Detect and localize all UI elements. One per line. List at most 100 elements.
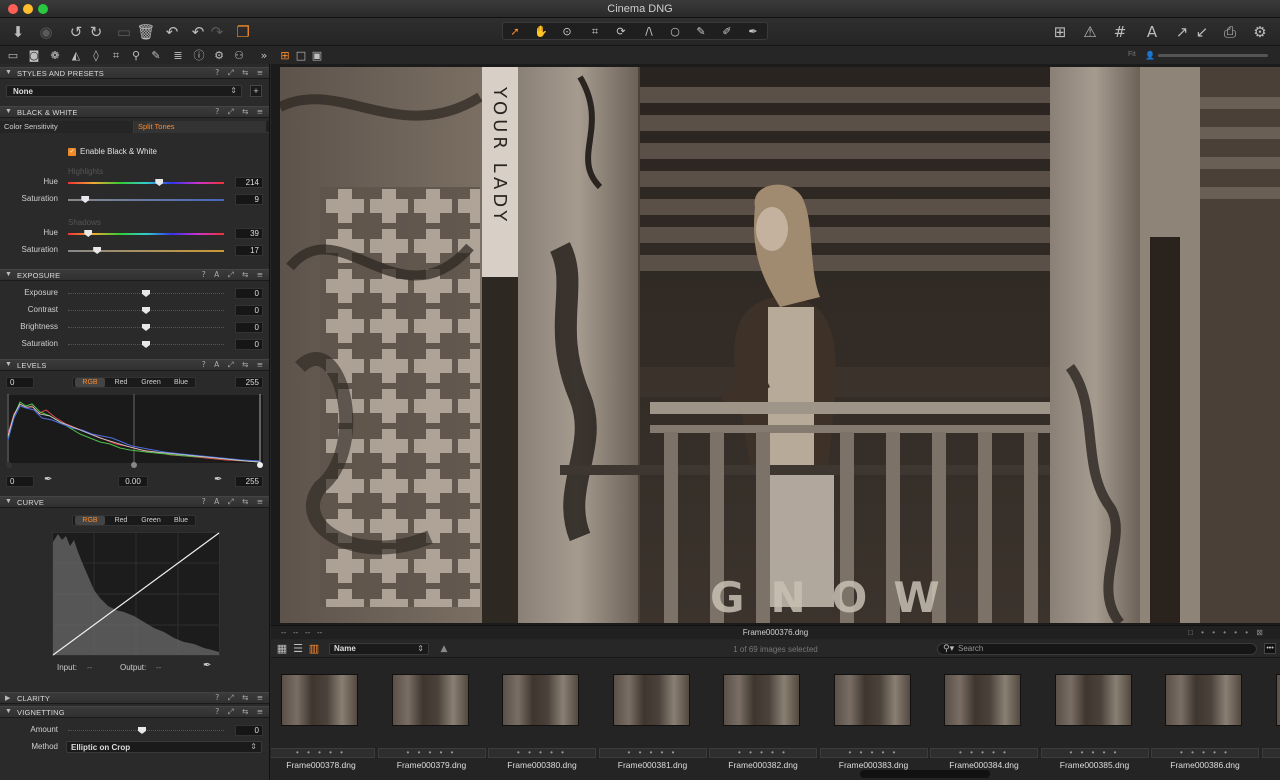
thumbnail[interactable]: • • • • • Frame000380.dng	[488, 661, 596, 770]
exposure-row-slider[interactable]	[68, 324, 224, 332]
styles-presets-header[interactable]: ▼ STYLES AND PRESETS ? ⤢ ⇆ ≡	[0, 67, 269, 79]
grid-icon[interactable]: #	[1110, 22, 1130, 42]
levels-midtone-value[interactable]: 0.00	[118, 476, 148, 487]
levels-low-handle[interactable]	[6, 462, 12, 468]
process-icon[interactable]: ↙	[1192, 22, 1212, 42]
thumbnail-rating[interactable]: • • • • •	[377, 748, 486, 758]
section-controls[interactable]: ? ⤢ ⇆ ≡	[215, 707, 266, 717]
levels-channel-red[interactable]: Red	[107, 379, 135, 386]
details-tab-icon[interactable]: ⚲	[129, 49, 143, 63]
local-adjust-tab-icon[interactable]: ✎	[149, 49, 163, 63]
vignetting-header[interactable]: ▼ VIGNETTING ? ⤢ ⇆ ≡	[0, 706, 269, 718]
pen-icon[interactable]: ✒	[744, 24, 762, 40]
import-icon[interactable]: ⬇	[8, 22, 28, 42]
add-style-button[interactable]: +	[250, 85, 262, 97]
exposure-row-value[interactable]: 0	[235, 339, 263, 350]
exposure-warning-icon[interactable]: ⚠	[1080, 22, 1100, 42]
thumbnail[interactable]: • • • • • Frame000387.dng	[1261, 661, 1280, 769]
levels-channel-rgb[interactable]: RGB	[75, 378, 105, 387]
color-picker-icon[interactable]: ✎	[692, 24, 710, 40]
thumbnail[interactable]: • • • • • Frame000383.dng	[819, 661, 928, 770]
export-icon[interactable]: ↗	[1172, 22, 1192, 42]
loupe-icon[interactable]: ⊙	[558, 24, 576, 40]
levels-channel-green[interactable]: Green	[137, 379, 165, 386]
white-point-picker-icon[interactable]: ✒	[214, 474, 222, 485]
adjustments-tab-icon[interactable]: ⚙	[212, 49, 226, 63]
curve-channel-red[interactable]: Red	[107, 517, 135, 524]
section-controls[interactable]: ? A ⤢ ⇆ ≡	[202, 270, 266, 280]
thumbnail-rating[interactable]: • • • • •	[598, 748, 707, 758]
curve-channel-green[interactable]: Green	[137, 517, 165, 524]
pan-hand-icon[interactable]: ✋	[532, 24, 550, 40]
thumbnail[interactable]: • • • • • Frame000384.dng	[930, 661, 1038, 770]
lens-tab-icon[interactable]: ◊	[89, 49, 103, 63]
clarity-header[interactable]: ▶ CLARITY ? ⤢ ⇆ ≡	[0, 692, 269, 704]
thumbnail[interactable]: • • • • • Frame000378.dng	[271, 661, 375, 770]
thumbnail[interactable]: • • • • • Frame000386.dng	[1151, 661, 1259, 770]
exposure-header[interactable]: ▼ EXPOSURE ? A ⤢ ⇆ ≡	[0, 269, 269, 281]
collapse-triangle-icon[interactable]: ▼	[5, 271, 12, 278]
rotate-tool-icon[interactable]: ⟳	[612, 24, 630, 40]
levels-output-high[interactable]: 255	[235, 377, 263, 388]
single-view-icon[interactable]: □	[294, 49, 308, 63]
levels-input-high[interactable]: 255	[235, 476, 263, 487]
trash-icon[interactable]: 🗑	[136, 22, 156, 42]
rotate-left-icon[interactable]: ↺	[66, 22, 86, 42]
thumbnail-rating[interactable]: • • • • •	[1151, 748, 1259, 758]
collapse-triangle-icon[interactable]: ▼	[5, 69, 12, 76]
tab-color-sensitivity[interactable]: Color Sensitivity	[0, 121, 134, 133]
thumbnail[interactable]: • • • • • Frame000385.dng	[1040, 661, 1149, 770]
metadata-tab-icon[interactable]: ⓘ	[192, 49, 206, 63]
exposure-row-value[interactable]: 0	[235, 288, 263, 299]
exposure-row-value[interactable]: 0	[235, 322, 263, 333]
highlights-hue-slider[interactable]	[68, 179, 224, 187]
highlights-saturation-value[interactable]: 9	[235, 194, 263, 205]
thumbnail-rating[interactable]: • • • • •	[1261, 748, 1280, 758]
settings-gear-icon[interactable]: ⚙	[1250, 22, 1270, 42]
thumbnail-rating[interactable]: • • • • •	[271, 748, 375, 758]
copy-adjustments-icon[interactable]: ❐	[233, 22, 253, 42]
enable-bw-checkbox[interactable]: ✓	[68, 148, 76, 156]
levels-mid-handle[interactable]	[131, 462, 137, 468]
highlights-hue-value[interactable]: 214	[235, 177, 263, 188]
levels-header[interactable]: ▼ LEVELS ? A ⤢ ⇆ ≡	[0, 359, 269, 371]
thumbnail-rating[interactable]: • • • • •	[819, 748, 928, 758]
composition-tab-icon[interactable]: ⌗	[109, 49, 123, 63]
viewer-rating-dots[interactable]: □ • • • • • ⊠	[1188, 628, 1266, 637]
levels-output-low[interactable]: 0	[6, 377, 34, 388]
exposure-row-slider[interactable]	[68, 341, 224, 349]
thumbnail-rating[interactable]: • • • • •	[930, 748, 1038, 758]
grid-overlay-icon[interactable]: ⊞	[1050, 22, 1070, 42]
move-to-folder-icon[interactable]: ▭	[114, 22, 134, 42]
more-tabs-icon[interactable]: »	[257, 49, 271, 63]
redo-icon[interactable]: ↷	[207, 22, 227, 42]
curve-header[interactable]: ▼ CURVE ? A ⤢ ⇆ ≡	[0, 496, 269, 508]
compare-view-icon[interactable]: ▣	[310, 49, 324, 63]
grid-view-icon[interactable]: ⊞	[278, 49, 292, 63]
exposure-row-slider[interactable]	[68, 290, 224, 298]
vignetting-amount-slider[interactable]	[68, 727, 224, 735]
vignetting-amount-value[interactable]: 0	[235, 725, 263, 736]
highlights-saturation-slider[interactable]	[68, 196, 224, 204]
capture-tab-icon[interactable]: ◙	[27, 49, 41, 63]
shadows-hue-slider[interactable]	[68, 230, 224, 238]
main-photo[interactable]: YOUR LADY GNOW	[280, 67, 1280, 623]
tab-split-tones[interactable]: Split Tones	[134, 121, 266, 133]
section-controls[interactable]: ? ⤢ ⇆ ≡	[215, 693, 266, 703]
vignetting-method-dropdown[interactable]: Elliptic on Crop ⇕	[66, 741, 262, 753]
camera-icon[interactable]: ◉	[36, 22, 56, 42]
expand-triangle-icon[interactable]: ▶	[5, 694, 10, 702]
section-controls[interactable]: ? A ⤢ ⇆ ≡	[202, 497, 266, 507]
exposure-tab-icon[interactable]: ◭	[69, 49, 83, 63]
exposure-row-value[interactable]: 0	[235, 305, 263, 316]
keystone-icon[interactable]: /\	[640, 24, 658, 40]
shadows-hue-value[interactable]: 39	[235, 228, 263, 239]
shadows-saturation-slider[interactable]	[68, 247, 224, 255]
spot-removal-icon[interactable]: ○	[666, 24, 684, 40]
collapse-triangle-icon[interactable]: ▼	[5, 361, 12, 368]
thumbnail[interactable]: • • • • • Frame000382.dng	[709, 661, 817, 770]
browser-more-icon[interactable]: •••	[1264, 643, 1276, 654]
section-controls[interactable]: ? ⤢ ⇆ ≡	[215, 68, 266, 78]
levels-channel-blue[interactable]: Blue	[167, 379, 195, 386]
rotate-right-icon[interactable]: ↻	[86, 22, 106, 42]
